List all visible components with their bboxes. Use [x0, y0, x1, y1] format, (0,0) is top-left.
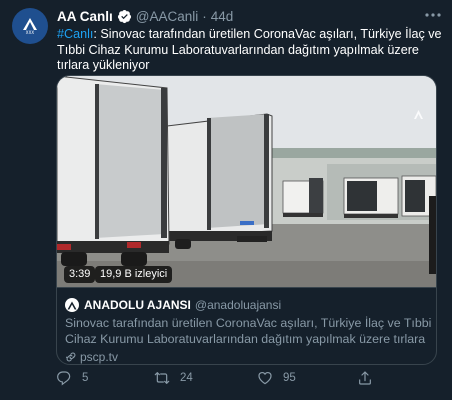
quote-author-handle: @anadoluajansi: [194, 298, 282, 312]
retweet-count: 24: [180, 372, 193, 384]
tweet[interactable]: XXX AA Canlı @AACanli · 44d #Canlı: Sino…: [0, 0, 452, 400]
author-handle[interactable]: @AACanli: [136, 9, 198, 24]
tweet-body: : Sinovac tarafından üretilen CoronaVac …: [57, 27, 442, 72]
more-options-button[interactable]: [423, 6, 443, 24]
quote-header: ANADOLU AJANSI @anadoluajansi: [65, 297, 281, 313]
quote-link-text: pscp.tv: [80, 350, 119, 364]
share-icon: [359, 371, 371, 385]
author-name[interactable]: AA Canlı: [57, 9, 113, 24]
retweet-icon: [154, 372, 170, 384]
video-duration: 3:39: [64, 266, 96, 283]
verified-badge-icon: [117, 9, 131, 23]
video-player[interactable]: 3:39 19,9 B izleyici: [57, 76, 436, 287]
view-count: 19,9 B izleyici: [95, 266, 173, 283]
anadolu-logo-icon: [23, 18, 37, 30]
quote-text: Sinovac tarafından üretilen CoronaVac aş…: [65, 316, 432, 361]
quote-link[interactable]: pscp.tv: [65, 350, 118, 364]
header-separator: ·: [202, 8, 207, 24]
link-icon: [66, 352, 76, 362]
quote-author-name: ANADOLU AJANSI: [84, 298, 191, 312]
avatar[interactable]: XXX: [12, 8, 48, 44]
more-options-icon: [425, 13, 441, 17]
avatar-sub-text: XXX: [25, 30, 35, 35]
tweet-actions: 5 24 95: [56, 369, 396, 387]
tweet-time[interactable]: 44d: [211, 9, 234, 24]
video-thumbnail: [57, 76, 436, 287]
quote-avatar: [65, 298, 79, 312]
share-button[interactable]: [357, 369, 383, 387]
hashtag-link[interactable]: #Canlı: [57, 27, 93, 41]
like-button[interactable]: 95: [257, 369, 296, 387]
heart-icon: [258, 372, 272, 385]
anadolu-logo-icon: [67, 301, 77, 309]
tweet-header: AA Canlı @AACanli · 44d: [57, 7, 233, 25]
reply-count: 5: [82, 372, 89, 384]
tweet-text: #Canlı: Sinovac tarafından üretilen Coro…: [57, 27, 442, 74]
reply-button[interactable]: 5: [56, 369, 88, 387]
aa-watermark-icon: [414, 110, 423, 119]
media-card[interactable]: 3:39 19,9 B izleyici ANADOLU AJANSI @ana…: [56, 75, 437, 365]
quoted-link-preview[interactable]: ANADOLU AJANSI @anadoluajansi Sinovac ta…: [57, 287, 436, 364]
retweet-button[interactable]: 24: [154, 369, 193, 387]
reply-icon: [57, 371, 71, 386]
like-count: 95: [283, 372, 296, 384]
